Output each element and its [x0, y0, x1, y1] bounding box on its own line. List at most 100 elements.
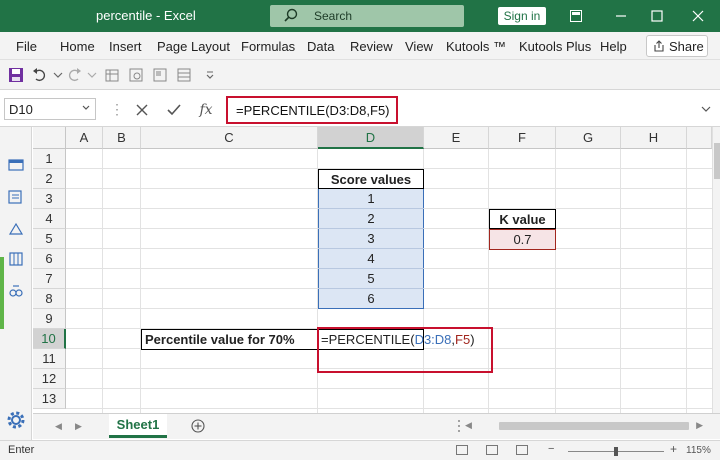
- formula-input[interactable]: =PERCENTILE(D3:D8,F5): [226, 96, 398, 124]
- row-header-2[interactable]: 2: [33, 169, 66, 189]
- undo-icon[interactable]: [32, 67, 48, 83]
- expand-formula-bar-icon[interactable]: [700, 102, 712, 116]
- cell-d4[interactable]: 2: [318, 209, 424, 229]
- name-box[interactable]: D10: [4, 98, 96, 120]
- menu-insert[interactable]: Insert: [109, 39, 142, 54]
- sheet-tab-sheet1[interactable]: Sheet1: [109, 414, 167, 438]
- select-all-corner[interactable]: [33, 127, 66, 149]
- row-header-7[interactable]: 7: [33, 269, 66, 289]
- page-layout-view-icon[interactable]: [486, 445, 498, 455]
- prev-sheet-icon[interactable]: ◀: [55, 421, 65, 431]
- cell-d3[interactable]: 1: [318, 189, 424, 209]
- page-break-view-icon[interactable]: [516, 445, 528, 455]
- customize-toolbar-icon[interactable]: [202, 67, 218, 83]
- gridline: [488, 149, 489, 413]
- maximize-icon[interactable]: [647, 6, 667, 26]
- menu-file[interactable]: File: [16, 39, 37, 54]
- undo-dropdown-icon[interactable]: [50, 67, 66, 83]
- menu-kutools[interactable]: Kutools ™: [446, 39, 506, 54]
- gridline: [686, 149, 687, 413]
- gridline: [66, 388, 712, 389]
- save-icon[interactable]: [8, 67, 24, 83]
- normal-view-icon[interactable]: [456, 445, 468, 455]
- zoom-in-icon[interactable]: +: [670, 442, 677, 456]
- print-preview-icon[interactable]: [128, 67, 144, 83]
- row-header-10[interactable]: 10: [33, 329, 66, 349]
- cell-d7[interactable]: 5: [318, 269, 424, 289]
- workbook-list-icon[interactable]: [8, 189, 24, 205]
- menu-data[interactable]: Data: [307, 39, 334, 54]
- navigation-pane-icon[interactable]: [8, 157, 24, 173]
- cell-c10-label[interactable]: Percentile value for 70%: [141, 329, 318, 350]
- chevron-down-icon[interactable]: [81, 103, 91, 113]
- column-header-g[interactable]: G: [556, 127, 621, 149]
- autotext-icon[interactable]: [8, 221, 24, 237]
- confirm-entry-icon[interactable]: [166, 102, 182, 118]
- row-header-9[interactable]: 9: [33, 309, 66, 329]
- cell-d8[interactable]: 6: [318, 289, 424, 309]
- find-replace-icon[interactable]: [8, 283, 24, 299]
- menu-help[interactable]: Help: [600, 39, 627, 54]
- row-header-1[interactable]: 1: [33, 149, 66, 169]
- menu-bar: File Home Insert Page Layout Formulas Da…: [0, 32, 720, 60]
- cell-f5[interactable]: 0.7: [489, 229, 556, 250]
- row-header-12[interactable]: 12: [33, 369, 66, 389]
- zoom-out-icon[interactable]: −: [548, 443, 554, 455]
- menu-review[interactable]: Review: [350, 39, 393, 54]
- worksheet-grid[interactable]: A B C D E F G H 1 2 3 4 5 6 7 8 9 10 11 …: [33, 127, 712, 413]
- table-tool-icon[interactable]: [176, 67, 192, 83]
- zoom-slider-knob[interactable]: [614, 447, 618, 456]
- redo-icon[interactable]: [66, 67, 82, 83]
- column-header-c[interactable]: C: [141, 127, 318, 149]
- kutools-sidebar: [0, 127, 32, 440]
- scroll-right-icon[interactable]: ▶: [696, 420, 703, 431]
- cell-f4-header[interactable]: K value: [489, 209, 556, 229]
- row-header-5[interactable]: 5: [33, 229, 66, 249]
- cancel-entry-icon[interactable]: [134, 102, 150, 118]
- excel-window: percentile - Excel Search Sign in File H…: [0, 0, 720, 460]
- menu-view[interactable]: View: [405, 39, 433, 54]
- next-sheet-icon[interactable]: ▶: [75, 421, 85, 431]
- cell-d2-header[interactable]: Score values: [318, 169, 424, 189]
- row-header-13[interactable]: 13: [33, 389, 66, 409]
- horizontal-scrollbar[interactable]: ◀ ▶: [463, 420, 703, 432]
- view-icon[interactable]: [152, 67, 168, 83]
- search-box[interactable]: Search: [270, 5, 464, 27]
- cell-d6[interactable]: 4: [318, 249, 424, 269]
- minimize-icon[interactable]: [611, 6, 631, 26]
- window-title: percentile - Excel: [96, 8, 196, 23]
- column-header-i[interactable]: [687, 127, 712, 149]
- vertical-scroll-thumb[interactable]: [714, 143, 720, 179]
- close-icon[interactable]: [688, 6, 708, 26]
- settings-gear-icon[interactable]: [5, 409, 27, 431]
- insert-function-icon[interactable]: fx: [198, 102, 214, 118]
- scroll-left-icon[interactable]: ◀: [465, 420, 472, 431]
- row-header-11[interactable]: 11: [33, 349, 66, 369]
- name-manager-icon[interactable]: [8, 251, 24, 267]
- menu-page-layout[interactable]: Page Layout: [157, 39, 230, 54]
- menu-home[interactable]: Home: [60, 39, 95, 54]
- column-header-h[interactable]: H: [621, 127, 687, 149]
- horizontal-scroll-thumb[interactable]: [499, 422, 689, 430]
- zoom-level[interactable]: 115%: [686, 445, 711, 456]
- vertical-scrollbar[interactable]: [712, 127, 720, 413]
- row-header-3[interactable]: 3: [33, 189, 66, 209]
- redo-dropdown-icon[interactable]: [84, 67, 100, 83]
- column-header-d[interactable]: D: [318, 127, 424, 149]
- share-button[interactable]: Share: [646, 35, 708, 57]
- column-header-e[interactable]: E: [424, 127, 489, 149]
- cell-d5[interactable]: 3: [318, 229, 424, 249]
- row-header-6[interactable]: 6: [33, 249, 66, 269]
- sign-in-button[interactable]: Sign in: [498, 7, 546, 25]
- add-sheet-icon[interactable]: [191, 419, 205, 433]
- menu-kutools-plus[interactable]: Kutools Plus: [519, 39, 591, 54]
- row-header-4[interactable]: 4: [33, 209, 66, 229]
- sheet-tool-icon[interactable]: [104, 67, 120, 83]
- row-header-8[interactable]: 8: [33, 289, 66, 309]
- ribbon-display-icon[interactable]: [566, 6, 586, 26]
- menu-formulas[interactable]: Formulas: [241, 39, 295, 54]
- column-header-a[interactable]: A: [66, 127, 103, 149]
- column-header-b[interactable]: B: [103, 127, 141, 149]
- column-header-f[interactable]: F: [489, 127, 556, 149]
- gridline: [555, 149, 556, 413]
